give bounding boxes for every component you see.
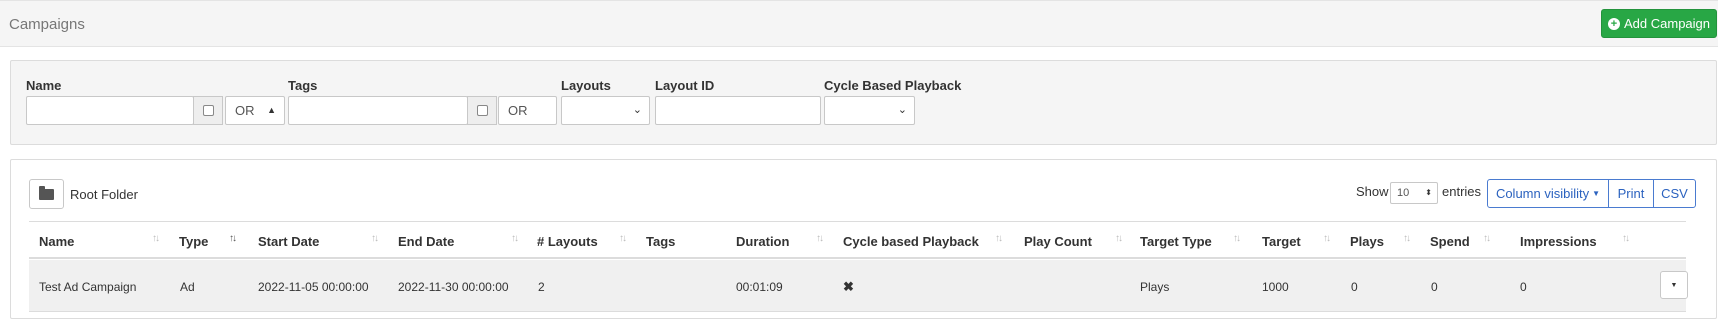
name-exact-match-checkbox[interactable] <box>202 105 214 116</box>
sort-icon[interactable]: ↑↓ <box>1403 233 1411 244</box>
column-header-duration[interactable]: Duration <box>736 234 789 249</box>
add-campaign-button[interactable]: + Add Campaign <box>1601 9 1717 38</box>
sort-arrows-icon: ▲ <box>267 105 276 115</box>
cell-name: Test Ad Campaign <box>39 280 137 294</box>
column-header-impressions[interactable]: Impressions <box>1520 234 1597 249</box>
column-header-play-count[interactable]: Play Count <box>1024 234 1092 249</box>
cell-impressions: 0 <box>1520 280 1527 294</box>
table-header-row: Name ↑↓ Type ↑↓ Start Date ↑↓ End Date ↑… <box>29 221 1686 259</box>
csv-button[interactable]: CSV <box>1653 179 1696 208</box>
cell-end-date: 2022-11-30 00:00:00 <box>398 280 509 294</box>
column-header-name[interactable]: Name <box>39 234 74 249</box>
sort-icon[interactable]: ↑↓ <box>152 233 160 244</box>
tags-exact-match-addon <box>467 96 497 125</box>
csv-label: CSV <box>1661 186 1688 201</box>
show-label: Show <box>1356 184 1389 199</box>
column-header-layouts[interactable]: # Layouts <box>537 234 598 249</box>
caret-down-icon: ▼ <box>1592 189 1601 198</box>
column-header-cycle-playback[interactable]: Cycle based Playback <box>843 234 979 249</box>
sort-icon[interactable]: ↑↓ <box>619 233 627 244</box>
column-visibility-label: Column visibility <box>1495 186 1590 201</box>
cell-spend: 0 <box>1431 280 1438 294</box>
sort-icon[interactable]: ↑↓ <box>1483 233 1491 244</box>
tags-filter-label: Tags <box>288 78 318 93</box>
sort-icon[interactable]: ↑↓ <box>1323 233 1331 244</box>
layouts-filter-select[interactable]: ⌄ <box>561 96 650 125</box>
table-row[interactable]: Test Ad Campaign Ad 2022-11-05 00:00:00 … <box>29 260 1686 312</box>
column-header-type[interactable]: Type <box>179 234 208 249</box>
cell-plays: 0 <box>1351 280 1358 294</box>
page-length-select[interactable]: 10 ⬍ <box>1390 182 1438 204</box>
cell-start-date: 2022-11-05 00:00:00 <box>258 280 369 294</box>
cycle-filter-select[interactable]: ⌄ <box>824 96 915 125</box>
layout-id-filter-input[interactable] <box>655 96 821 125</box>
name-logic-value: OR <box>235 103 255 118</box>
sort-icon[interactable]: ↑↓ <box>1622 233 1630 244</box>
cell-layouts: 2 <box>538 280 545 294</box>
folder-tree-button[interactable] <box>29 179 64 209</box>
caret-down-icon: ▼ <box>1670 281 1678 289</box>
sort-icon[interactable]: ↑↓ <box>511 233 519 244</box>
name-exact-match-addon <box>193 96 223 125</box>
column-visibility-button[interactable]: Column visibility ▼ <box>1487 179 1609 208</box>
tags-logic-value: OR <box>508 103 528 118</box>
page-length-value: 10 <box>1397 187 1410 199</box>
add-campaign-label: Add Campaign <box>1624 16 1710 31</box>
column-header-plays[interactable]: Plays <box>1350 234 1384 249</box>
current-folder-label: Root Folder <box>70 187 138 202</box>
tags-filter-input[interactable] <box>288 96 468 125</box>
print-label: Print <box>1617 186 1645 201</box>
sort-icon[interactable]: ↑↓ <box>1233 233 1241 244</box>
sort-icon[interactable]: ↑↓ <box>371 233 379 244</box>
column-header-end-date[interactable]: End Date <box>398 234 454 249</box>
sort-icon[interactable]: ↑↓ <box>995 233 1003 244</box>
tags-exact-match-checkbox[interactable] <box>476 105 488 116</box>
print-button[interactable]: Print <box>1608 179 1654 208</box>
tags-logic-select[interactable]: OR <box>498 96 557 125</box>
column-header-tags: Tags <box>646 234 676 249</box>
column-header-start-date[interactable]: Start Date <box>258 234 319 249</box>
name-filter-input[interactable] <box>26 96 194 125</box>
sort-arrows-icon: ⬍ <box>1425 188 1432 197</box>
column-header-target-type[interactable]: Target Type <box>1140 234 1212 249</box>
chevron-down-icon: ⌄ <box>897 104 907 116</box>
cell-target-type: Plays <box>1140 280 1170 294</box>
column-header-spend[interactable]: Spend <box>1430 234 1470 249</box>
x-mark-icon: ✖ <box>843 279 854 294</box>
layout-id-filter-label: Layout ID <box>655 78 715 93</box>
entries-label: entries <box>1442 184 1482 199</box>
page-header: Campaigns <box>0 0 1718 47</box>
column-header-target[interactable]: Target <box>1262 234 1301 249</box>
cycle-filter-label: Cycle Based Playback <box>824 78 962 93</box>
sort-icon[interactable]: ↑↓ <box>816 233 824 244</box>
chevron-down-icon: ⌄ <box>632 104 642 116</box>
cell-duration: 00:01:09 <box>736 280 783 294</box>
layouts-filter-label: Layouts <box>561 78 611 93</box>
sort-icon[interactable]: ↑↓ <box>229 233 237 244</box>
cell-target: 1000 <box>1262 280 1289 294</box>
folder-icon <box>39 185 54 200</box>
page-title: Campaigns <box>9 16 85 33</box>
row-actions-button[interactable]: ▼ <box>1660 271 1688 299</box>
plus-circle-icon: + <box>1608 17 1620 30</box>
cell-type: Ad <box>180 280 195 294</box>
name-filter-label: Name <box>26 78 62 93</box>
sort-icon[interactable]: ↑↓ <box>1115 233 1123 244</box>
name-logic-select[interactable]: OR ▲ <box>225 96 285 125</box>
